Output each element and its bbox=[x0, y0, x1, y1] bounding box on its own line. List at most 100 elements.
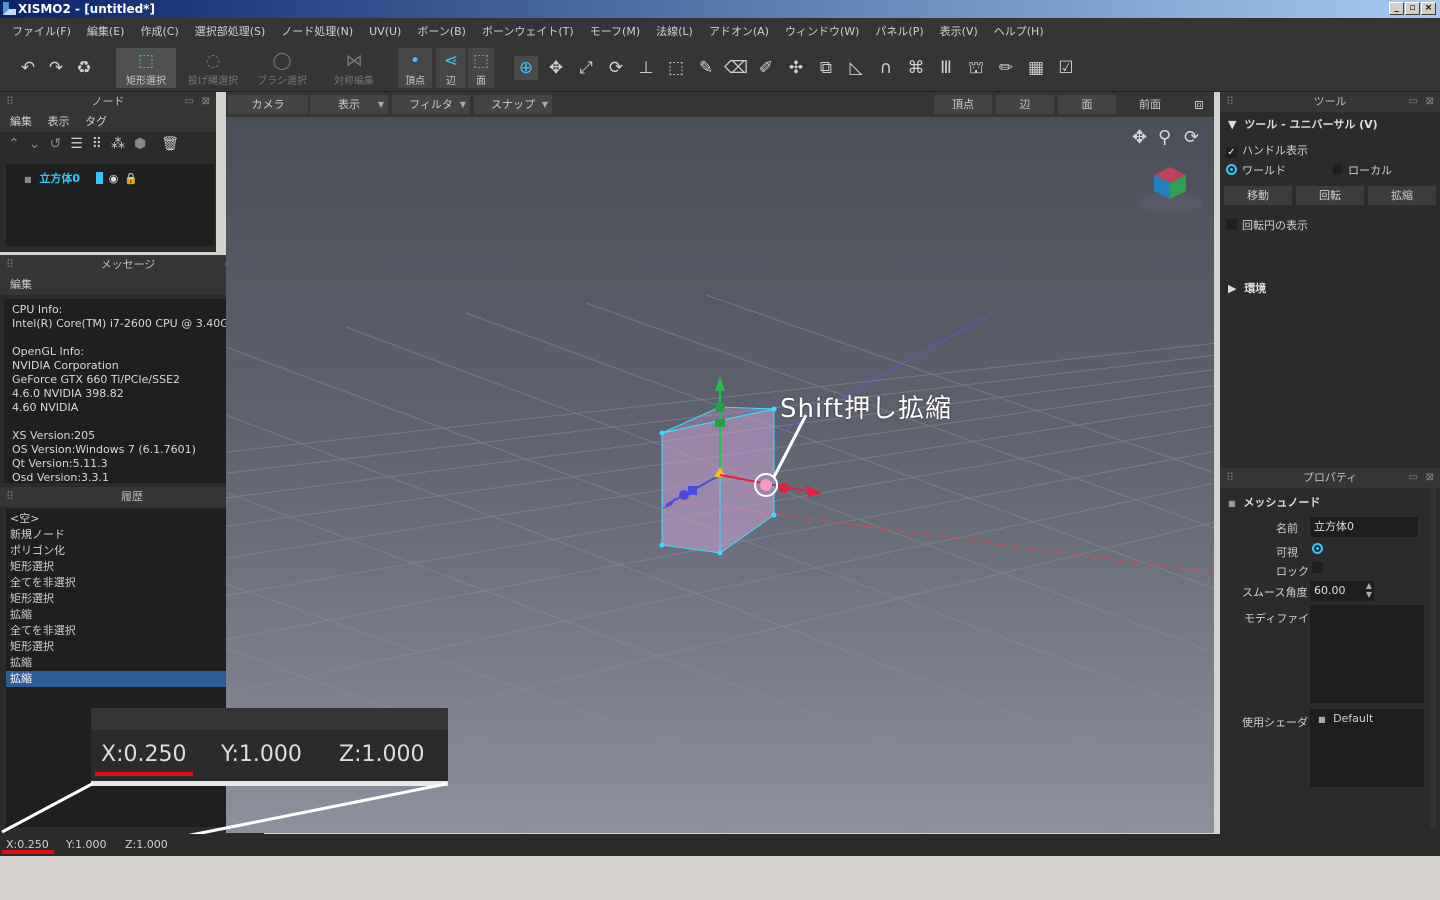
bag-icon[interactable]: ⛫ bbox=[964, 56, 988, 80]
menu-morph[interactable]: モーフ(M) bbox=[582, 23, 648, 39]
node-menu-edit[interactable]: 編集 bbox=[10, 115, 32, 128]
menu-bone[interactable]: ボーン(B) bbox=[409, 23, 474, 39]
menu-panel[interactable]: パネル(P) bbox=[867, 23, 931, 39]
node-menu-tag[interactable]: タグ bbox=[85, 115, 107, 128]
float-icon[interactable]: ▭ bbox=[1409, 92, 1418, 112]
eye-icon[interactable]: ◉ bbox=[109, 172, 119, 185]
loop-icon[interactable]: Ⅲ bbox=[934, 56, 958, 80]
history-item[interactable]: 拡縮 bbox=[6, 655, 260, 671]
local-radio[interactable]: ローカル bbox=[1332, 162, 1392, 178]
scale-icon[interactable]: ⤢ bbox=[574, 56, 598, 80]
lock-icon[interactable]: 🔒 bbox=[124, 172, 138, 185]
rect-select-button[interactable]: ⬚ 矩形選択 bbox=[116, 48, 176, 88]
menu-addon[interactable]: アドオン(A) bbox=[701, 23, 777, 39]
grip-icon[interactable]: ⠿ bbox=[6, 487, 14, 507]
reparent-icon[interactable]: ↺ bbox=[49, 136, 70, 152]
world-radio[interactable]: ワールド bbox=[1226, 162, 1286, 178]
close-icon[interactable]: ⊠ bbox=[1426, 92, 1434, 112]
recycle-icon[interactable]: ♻ bbox=[72, 56, 96, 80]
knife-icon[interactable]: ✐ bbox=[754, 56, 778, 80]
selected-cube[interactable] bbox=[659, 404, 777, 556]
trash-icon[interactable]: 🗑 bbox=[161, 136, 188, 152]
history-item[interactable]: <空> bbox=[6, 511, 260, 527]
show-handle-checkbox[interactable]: ✓ ハンドル表示 bbox=[1226, 142, 1308, 158]
move-button[interactable]: 移動 bbox=[1224, 186, 1292, 205]
history-item[interactable]: 新規ノード bbox=[6, 527, 260, 543]
camera-button[interactable]: カメラ bbox=[228, 95, 308, 114]
node-menu-view[interactable]: 表示 bbox=[48, 115, 70, 128]
pivot-icon[interactable]: ⊥ bbox=[634, 56, 658, 80]
view-cube-icon[interactable]: ⧈ bbox=[1188, 95, 1210, 114]
menu-node[interactable]: ノード処理(N) bbox=[273, 23, 361, 39]
tool-section-header[interactable]: ▼ ツール - ユニバーサル (V) bbox=[1228, 116, 1378, 132]
menu-edit[interactable]: 編集(E) bbox=[79, 23, 133, 39]
symmetry-edit-button[interactable]: ⋈ 対称編集 bbox=[326, 48, 382, 88]
viewport-nav-controls[interactable]: ✥ ⚲ ⟳ bbox=[1132, 127, 1199, 148]
menu-view[interactable]: 表示(V) bbox=[932, 23, 986, 39]
brush-select-button[interactable]: ◯ ブラシ選択 bbox=[252, 48, 312, 88]
move-icon[interactable]: ✥ bbox=[544, 56, 568, 80]
rotate-button[interactable]: 回転 bbox=[1296, 186, 1364, 205]
eraser-icon[interactable]: ⌫ bbox=[724, 56, 748, 80]
filter-dropdown[interactable]: フィルタ ▼ bbox=[392, 95, 470, 114]
menu-selection[interactable]: 選択部処理(S) bbox=[187, 23, 274, 39]
history-item[interactable]: 矩形選択 bbox=[6, 591, 260, 607]
show-rotation-circle-checkbox[interactable]: 回転円の表示 bbox=[1226, 217, 1308, 233]
modifier-list[interactable] bbox=[1310, 605, 1424, 703]
vertex-mode-button[interactable]: • 頂点 bbox=[398, 48, 432, 88]
smooth-angle-field[interactable]: 60.00 ▲ ▼ bbox=[1310, 581, 1374, 601]
menu-uv[interactable]: UV(U) bbox=[361, 25, 409, 38]
display-dropdown[interactable]: 表示 ▼ bbox=[310, 95, 388, 114]
history-item[interactable]: 全てを非選択 bbox=[6, 623, 260, 639]
menu-window[interactable]: ウィンドウ(W) bbox=[777, 23, 867, 39]
menu-file[interactable]: ファイル(F) bbox=[4, 23, 79, 39]
restore-button[interactable]: ▫ bbox=[1405, 2, 1420, 15]
grip-icon[interactable]: ⠿ bbox=[1226, 92, 1234, 112]
float-icon[interactable]: ▭ bbox=[1409, 468, 1418, 488]
history-item[interactable]: 拡縮 bbox=[6, 607, 260, 623]
cube-icon[interactable]: ⬢ bbox=[134, 136, 155, 152]
grip-icon[interactable]: ⠿ bbox=[6, 255, 14, 275]
close-button[interactable]: × bbox=[1421, 2, 1436, 15]
grip-icon[interactable]: ⠿ bbox=[6, 92, 14, 112]
close-icon[interactable]: ⊠ bbox=[1426, 468, 1434, 488]
minimize-button[interactable]: _ bbox=[1389, 2, 1404, 15]
shader-list[interactable]: ■ Default bbox=[1310, 709, 1424, 787]
property-scrollbar[interactable] bbox=[1430, 488, 1436, 828]
menu-create[interactable]: 作成(C) bbox=[132, 23, 186, 39]
history-item[interactable]: 矩形選択 bbox=[6, 559, 260, 575]
vertex-filter-button[interactable]: 頂点 bbox=[934, 95, 992, 114]
name-field[interactable]: 立方体0 bbox=[1310, 517, 1418, 537]
edge-mode-button[interactable]: ⋖ 辺 bbox=[436, 48, 466, 88]
env-section-header[interactable]: ▶ 環境 bbox=[1228, 280, 1266, 296]
face-mode-button[interactable]: ⬚ 面 bbox=[468, 48, 494, 88]
weld-icon[interactable]: ✣ bbox=[784, 56, 808, 80]
edge-filter-button[interactable]: 辺 bbox=[996, 95, 1054, 114]
face-filter-button[interactable]: 面 bbox=[1058, 95, 1116, 114]
node-item[interactable]: ■ 立方体0 ◉ 🔒 bbox=[24, 170, 214, 186]
close-icon[interactable]: ⊠ bbox=[202, 92, 210, 112]
menu-bone-weight[interactable]: ボーンウェイト(T) bbox=[474, 23, 582, 39]
bridge-icon[interactable]: ∩ bbox=[874, 56, 898, 80]
bounding-box-icon[interactable]: ⬚ bbox=[664, 56, 688, 80]
menu-normal[interactable]: 法線(L) bbox=[648, 23, 701, 39]
visible-radio[interactable] bbox=[1312, 543, 1328, 556]
undo-icon[interactable]: ↶ bbox=[16, 56, 40, 80]
up-icon[interactable]: ⌃ bbox=[8, 136, 29, 152]
redo-icon[interactable]: ↷ bbox=[44, 56, 68, 80]
snap-dropdown[interactable]: スナップ ▼ bbox=[474, 95, 552, 114]
grid-icon[interactable]: ⠿ bbox=[92, 136, 111, 152]
history-item[interactable]: ポリゴン化 bbox=[6, 543, 260, 559]
film-icon[interactable]: ▦ bbox=[1024, 56, 1048, 80]
history-item[interactable]: 矩形選択 bbox=[6, 639, 260, 655]
lock-checkbox[interactable] bbox=[1312, 562, 1328, 575]
lasso-select-button[interactable]: ◌ 投げ縄選択 bbox=[182, 48, 244, 88]
down-icon[interactable]: ⌄ bbox=[29, 136, 50, 152]
orientation-cube-icon[interactable] bbox=[1138, 167, 1202, 213]
rotate-icon[interactable]: ⟳ bbox=[604, 56, 628, 80]
front-view-button[interactable]: 前面 bbox=[1122, 95, 1178, 114]
universal-tool-icon[interactable]: ⊕ bbox=[514, 56, 538, 80]
scale-button[interactable]: 拡縮 bbox=[1368, 186, 1436, 205]
spin-arrows-icon[interactable]: ▲ ▼ bbox=[1366, 581, 1372, 599]
edit-box-icon[interactable]: ☑ bbox=[1054, 56, 1078, 80]
